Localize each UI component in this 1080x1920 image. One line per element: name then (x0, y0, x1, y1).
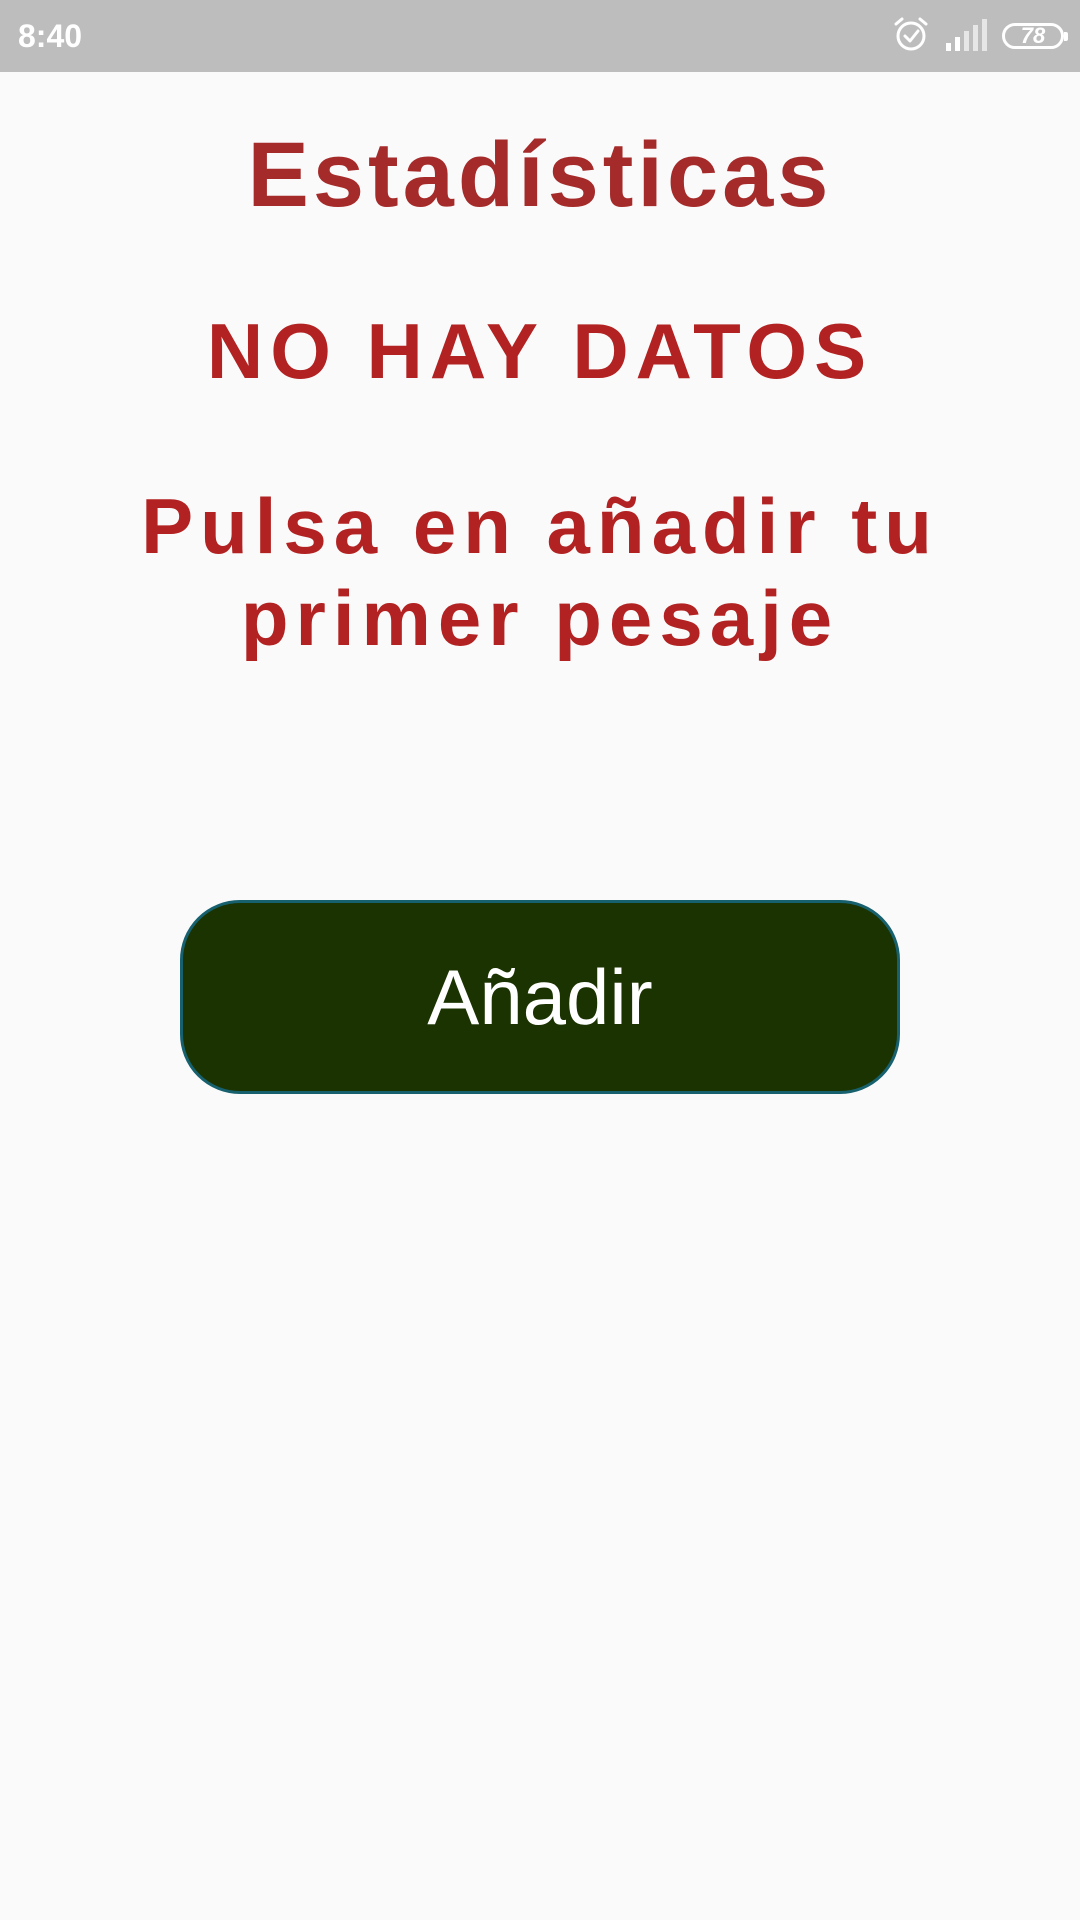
add-button[interactable]: Añadir (180, 900, 900, 1094)
battery-icon: 78 (1002, 23, 1068, 49)
status-time: 8:40 (18, 18, 83, 54)
signal-icon (944, 17, 988, 56)
statistics-screen: Estadísticas NO HAY DATOS Pulsa en añadi… (0, 72, 1080, 1920)
page-title: Estadísticas (247, 124, 833, 226)
battery-level: 78 (1020, 23, 1046, 48)
status-icons: 78 (892, 15, 1068, 58)
empty-state-message: NO HAY DATOS (206, 307, 874, 395)
battery-tip (1064, 32, 1068, 41)
alarm-icon (892, 15, 930, 58)
empty-state-hint: Pulsa en añadir tu primer pesaje (141, 482, 939, 662)
status-bar: 8:40 78 (0, 0, 1080, 72)
